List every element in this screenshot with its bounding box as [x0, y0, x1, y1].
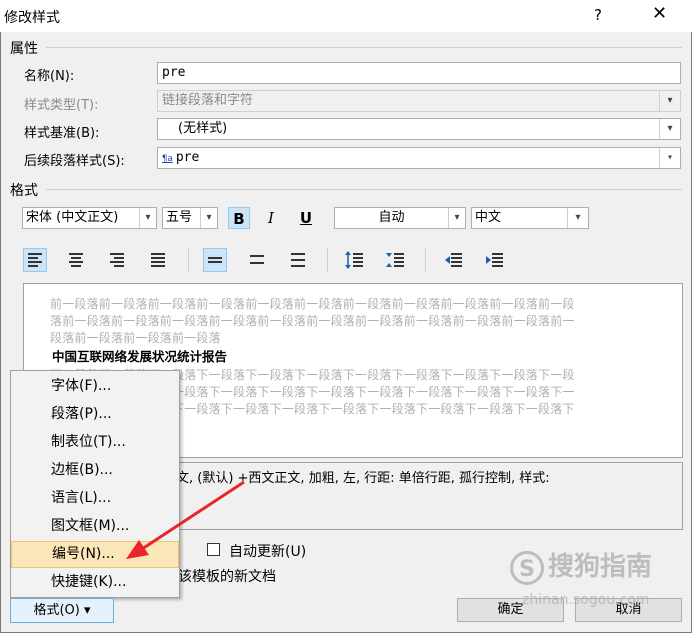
style-type-select: 链接段落和字符 ▾: [157, 90, 681, 112]
watermark-text: 搜狗指南: [548, 552, 653, 582]
based-on-value: (无样式): [178, 121, 228, 136]
next-style-select[interactable]: ¶a pre ▾: [157, 147, 681, 169]
watermark-url: zhinan.sogou.com: [522, 592, 650, 608]
chevron-down-icon[interactable]: ▾: [659, 119, 680, 139]
font-color-select[interactable]: 自动 ▾: [334, 207, 466, 229]
language-select[interactable]: 中文 ▾: [471, 207, 589, 229]
preview-sample-text: 中国互联网络发展状况统计报告: [52, 349, 228, 364]
style-type-label: 样式类型(T):: [24, 98, 99, 113]
auto-update-label[interactable]: 自动更新(U): [229, 541, 306, 561]
menu-item-language[interactable]: 语言(L)...: [11, 485, 179, 512]
align-left-icon[interactable]: [23, 248, 47, 272]
decrease-paragraph-spacing-icon[interactable]: [383, 248, 407, 272]
dialog-title: 修改样式: [4, 10, 60, 26]
name-input[interactable]: pre: [157, 62, 681, 84]
font-size-select[interactable]: 五号 ▾: [162, 207, 218, 229]
format-menu: 字体(F)... 段落(P)... 制表位(T)... 边框(B)... 语言(…: [10, 370, 180, 598]
font-select[interactable]: 宋体 (中文正文) ▾: [22, 207, 157, 229]
next-style-label: 后续段落样式(S):: [24, 154, 125, 169]
close-button[interactable]: ✕: [652, 3, 667, 24]
decrease-indent-icon[interactable]: [441, 248, 465, 272]
help-button[interactable]: ?: [594, 6, 602, 24]
font-size-value: 五号: [166, 210, 193, 225]
template-option-label[interactable]: 该模板的新文档: [178, 566, 276, 586]
properties-section-title: 属性: [10, 41, 38, 57]
chevron-down-icon[interactable]: ▾: [200, 208, 217, 228]
chevron-down-icon[interactable]: ▾: [448, 208, 465, 228]
font-value: 宋体 (中文正文): [26, 210, 119, 225]
chevron-down-icon[interactable]: ▾: [567, 208, 588, 228]
menu-item-border[interactable]: 边框(B)...: [11, 457, 179, 484]
italic-button[interactable]: I: [260, 207, 282, 229]
chevron-down-icon[interactable]: ▾: [659, 148, 680, 168]
name-value: pre: [162, 65, 186, 80]
divider: [188, 248, 189, 272]
align-right-icon[interactable]: [105, 248, 129, 272]
watermark-logo: S 搜狗指南: [510, 546, 652, 585]
based-on-select[interactable]: (无样式) ▾: [157, 118, 681, 140]
chevron-down-icon: ▾: [659, 91, 680, 111]
title-bar: 修改样式 ? ✕: [0, 0, 692, 32]
increase-paragraph-spacing-icon[interactable]: [342, 248, 366, 272]
next-style-value: pre: [175, 150, 200, 165]
preview-previous-paragraph: 段落前一段落前一段落前一段落: [50, 331, 221, 345]
menu-item-shortcut-key[interactable]: 快捷键(K)...: [11, 569, 179, 596]
preview-previous-paragraph: 落前一段落前一段落前一段落前一段落前一段落前一段落前一段落前一段落前一段落前一段…: [50, 314, 575, 328]
menu-item-frame[interactable]: 图文框(M)...: [11, 513, 179, 540]
justify-icon[interactable]: [146, 248, 170, 272]
divider: [425, 248, 426, 272]
style-type-value: 链接段落和字符: [162, 93, 254, 108]
description-text: 文, (默认) +西文正文, 加粗, 左, 行距: 单倍行距, 孤行控制, 样式…: [176, 471, 550, 486]
menu-item-tabs[interactable]: 制表位(T)...: [11, 429, 179, 456]
format-menu-button[interactable]: 格式(O) ▾: [10, 598, 114, 623]
single-spacing-icon[interactable]: [203, 248, 227, 272]
font-color-value: 自动: [378, 210, 405, 225]
chevron-down-icon[interactable]: ▾: [139, 208, 156, 228]
one-half-spacing-icon[interactable]: [245, 248, 269, 272]
language-value: 中文: [475, 210, 502, 225]
name-label: 名称(N):: [24, 69, 75, 84]
bold-button[interactable]: B: [228, 207, 250, 229]
align-center-icon[interactable]: [64, 248, 88, 272]
menu-item-numbering[interactable]: 编号(N)...: [11, 541, 179, 568]
format-section-title: 格式: [10, 183, 38, 199]
increase-indent-icon[interactable]: [482, 248, 506, 272]
underline-button[interactable]: U: [295, 207, 317, 229]
auto-update-checkbox[interactable]: [207, 543, 220, 556]
divider: [327, 248, 328, 272]
menu-item-font[interactable]: 字体(F)...: [11, 373, 179, 400]
menu-item-paragraph[interactable]: 段落(P)...: [11, 401, 179, 428]
preview-previous-paragraph: 前一段落前一段落前一段落前一段落前一段落前一段落前一段落前一段落前一段落前一段落…: [50, 297, 575, 311]
paragraph-style-icon: ¶a: [162, 154, 173, 164]
based-on-label: 样式基准(B):: [24, 126, 100, 141]
divider: [46, 189, 682, 190]
double-spacing-icon[interactable]: [286, 248, 310, 272]
divider: [46, 47, 682, 48]
